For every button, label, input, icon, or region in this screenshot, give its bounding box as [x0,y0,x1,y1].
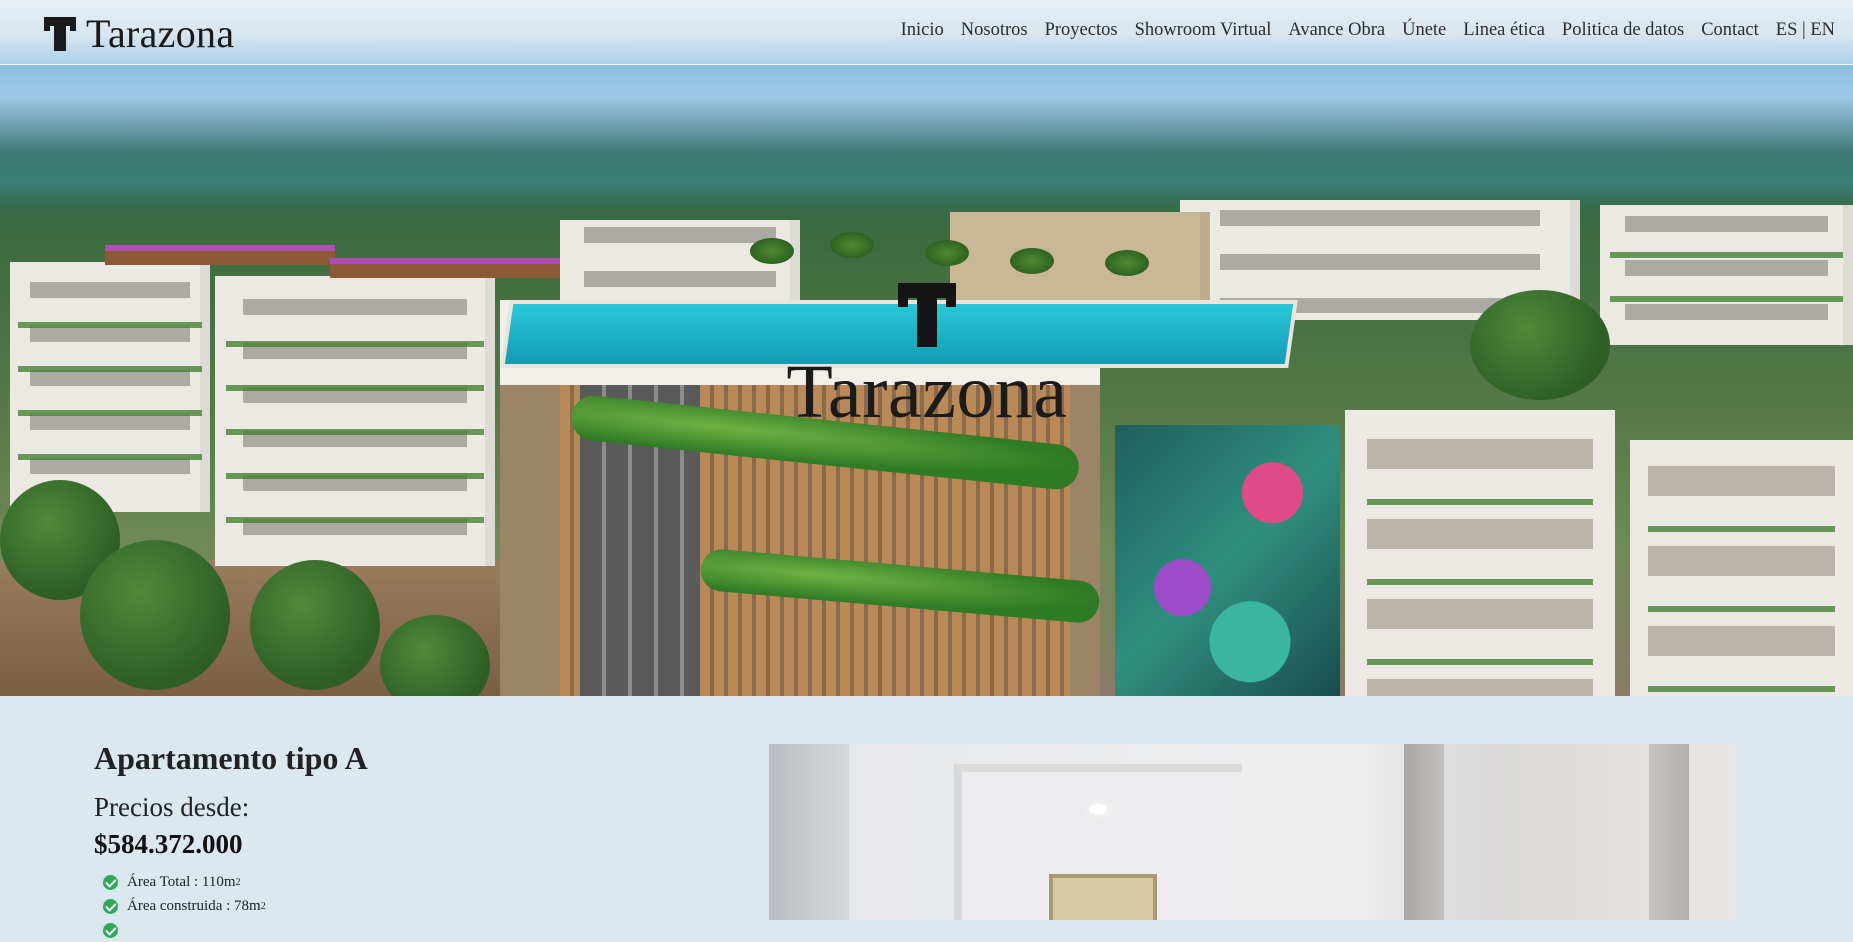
tree [80,540,230,690]
t-logo-icon [44,15,76,53]
nav-link-nosotros[interactable]: Nosotros [961,20,1028,41]
building-far-3 [1600,205,1853,345]
nav-link-showroom-virtual[interactable]: Showroom Virtual [1135,20,1272,41]
price-value: $584.372.000 [94,829,243,859]
feature-list: Área Total : 110m 2 Área construida : 78m… [94,870,368,942]
check-circle-icon [103,874,118,890]
feature-label: Área construida : 78m [127,897,261,914]
lang-separator: | [1801,20,1806,40]
palm-tree [1105,250,1149,276]
nav-link-contact[interactable]: Contact [1701,20,1759,41]
building-left-1 [10,262,210,512]
leaf-mural [1115,425,1340,696]
hero-title: Tarazona [786,350,1068,434]
nav-link-unete[interactable]: Únete [1402,20,1446,41]
price-label: Precios desde: [94,792,250,822]
language-switcher: ES | EN [1776,20,1835,41]
feature-sup: 2 [235,876,241,888]
lang-en-link[interactable]: EN [1810,20,1835,40]
rooftop-pergola [330,258,570,278]
palm-tree [750,238,794,264]
apartment-info: Apartamento tipo A Precios desde: $584.3… [94,742,368,942]
nav-link-avance-obra[interactable]: Avance Obra [1288,20,1385,41]
rooftop-pergola [105,245,335,265]
tree [1470,290,1610,400]
feature-item [103,918,368,942]
feature-item: Área construida : 78m 2 [103,894,368,918]
palm-tree [925,240,969,266]
hero-banner: Tarazona [0,0,1853,696]
site-header: Tarazona Inicio Nosotros Proyectos Showr… [0,0,1853,65]
apartment-title: Apartamento tipo A [94,740,368,776]
palm-tree [830,232,874,258]
main-nav: Inicio Nosotros Proyectos Showroom Virtu… [884,20,1835,41]
building-far-1 [560,220,800,310]
apartment-photo [769,744,1734,920]
brand-name: Tarazona [86,11,235,56]
lang-es-link[interactable]: ES [1776,20,1798,40]
palm-tree [1010,248,1054,274]
feature-sup: 2 [260,900,266,912]
nav-link-linea-etica[interactable]: Linea ética [1463,20,1545,41]
tree [250,560,380,690]
check-circle-icon [103,898,118,914]
building-right-2 [1630,440,1853,696]
feature-item: Área Total : 110m 2 [103,870,368,894]
nav-link-inicio[interactable]: Inicio [901,20,944,41]
check-circle-icon [103,922,118,938]
hero-t-logo-icon [898,281,956,351]
nav-link-politica-de-datos[interactable]: Politica de datos [1562,20,1684,41]
building-right-1 [1345,410,1615,696]
feature-label: Área Total : 110m [127,873,236,890]
nav-link-proyectos[interactable]: Proyectos [1045,20,1118,41]
building-left-2 [215,276,495,566]
brand-logo-link[interactable]: Tarazona [44,10,234,57]
